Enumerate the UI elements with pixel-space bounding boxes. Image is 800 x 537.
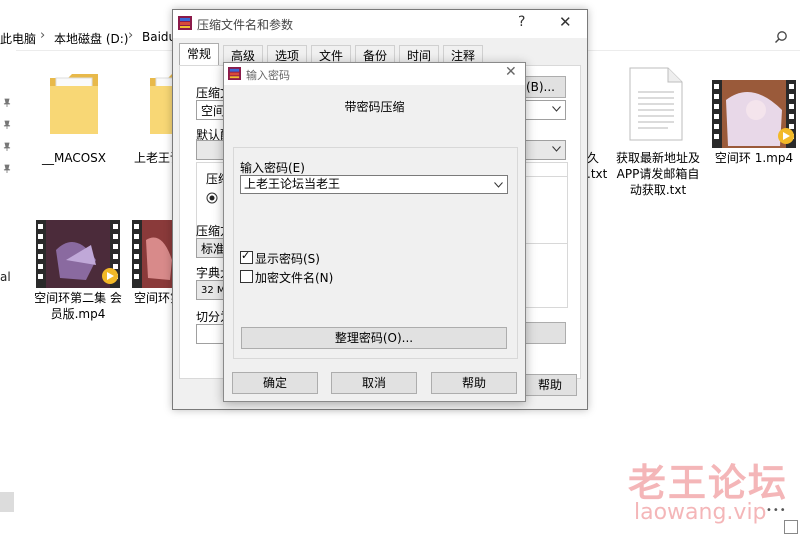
video-thumbnail[interactable] bbox=[36, 220, 120, 288]
tab-general[interactable]: 常规 bbox=[179, 43, 219, 66]
help-button[interactable]: 帮助 bbox=[431, 372, 517, 394]
nav-item-label[interactable]: al bbox=[0, 270, 11, 284]
dialog-title: 压缩文件名和参数 bbox=[197, 18, 294, 32]
chevron-down-icon[interactable] bbox=[552, 146, 561, 152]
search-icon[interactable] bbox=[774, 30, 788, 44]
password-dialog: 输入密码 ✕ 带密码压缩 输入密码(E) bbox=[223, 62, 526, 402]
method-value: 标准 bbox=[201, 242, 226, 256]
show-password-label[interactable]: 显示密码(S) bbox=[255, 250, 320, 267]
chevron-down-icon[interactable] bbox=[552, 106, 561, 112]
encrypt-filenames-checkbox[interactable] bbox=[240, 270, 253, 283]
dialog-heading: 带密码压缩 bbox=[344, 100, 405, 114]
breadcrumb-drive-d[interactable]: 本地磁盘 (D:) bbox=[54, 30, 128, 47]
organize-passwords-button[interactable]: 整理密码(O)... bbox=[241, 327, 507, 349]
watermark-logo-text: 老王论坛 bbox=[628, 461, 789, 505]
help-icon[interactable]: ? bbox=[518, 14, 525, 30]
show-password-checkbox[interactable]: ✓ bbox=[240, 249, 253, 264]
file-label[interactable]: 久 bbox=[587, 150, 607, 166]
file-label[interactable]: 上老王论 bbox=[134, 150, 174, 166]
overflow-dots-icon[interactable]: ••• bbox=[766, 505, 787, 516]
close-icon[interactable]: ✕ bbox=[505, 64, 517, 80]
password-input-label: 输入密码(E) bbox=[240, 161, 305, 175]
browse-button-label: (B)... bbox=[525, 80, 555, 94]
password-value: 上老王论坛当老王 bbox=[244, 177, 341, 191]
help-button-label: 帮助 bbox=[537, 378, 562, 392]
dialog-titlebar[interactable]: 压缩文件名和参数 ? ✕ bbox=[173, 10, 587, 38]
file-label[interactable]: 空间环第二集 会员版.mp4 bbox=[134, 290, 174, 306]
encrypt-filenames-label[interactable]: 加密文件名(N) bbox=[255, 269, 333, 286]
file-label[interactable]: 空间环 1.mp4 bbox=[712, 150, 796, 166]
file-label[interactable]: __MACOSX bbox=[34, 150, 114, 166]
dialog-title: 输入密码 bbox=[246, 69, 290, 82]
video-thumbnail[interactable] bbox=[712, 80, 796, 148]
file-label[interactable]: 获取最新地址及APP请发邮箱自动获取.txt bbox=[612, 150, 704, 198]
chevron-down-icon[interactable] bbox=[494, 182, 503, 188]
chevron-right-icon: › bbox=[40, 28, 46, 43]
close-icon[interactable]: ✕ bbox=[559, 13, 572, 31]
chevron-right-icon: › bbox=[128, 28, 134, 43]
file-label[interactable]: 空间环第二集 会员版.mp4 bbox=[32, 290, 124, 322]
navigation-pane: al bbox=[0, 50, 16, 537]
checkmark-icon: ✓ bbox=[241, 249, 251, 262]
ok-button[interactable]: 确定 bbox=[232, 372, 318, 394]
winrar-icon bbox=[228, 67, 241, 80]
text-file-icon[interactable] bbox=[628, 66, 684, 142]
pin-icon[interactable] bbox=[2, 120, 12, 130]
dialog-titlebar[interactable]: 输入密码 ✕ bbox=[224, 63, 525, 85]
pin-icon[interactable] bbox=[2, 98, 12, 108]
pin-icon[interactable] bbox=[2, 142, 12, 152]
pin-icon[interactable] bbox=[2, 164, 12, 174]
watermark-url: laowang.vip bbox=[634, 500, 767, 525]
breadcrumb-this-pc[interactable]: 此电脑 bbox=[0, 30, 36, 47]
folder-icon[interactable] bbox=[46, 68, 102, 138]
cancel-button[interactable]: 取消 bbox=[331, 372, 417, 394]
video-thumbnail[interactable] bbox=[132, 220, 174, 288]
winrar-icon bbox=[178, 16, 192, 30]
nav-item-selected[interactable] bbox=[0, 492, 14, 512]
password-input[interactable]: 上老王论坛当老王 bbox=[240, 175, 508, 194]
view-toggle-icon[interactable] bbox=[784, 520, 798, 534]
file-label[interactable]: .txt bbox=[587, 166, 607, 182]
